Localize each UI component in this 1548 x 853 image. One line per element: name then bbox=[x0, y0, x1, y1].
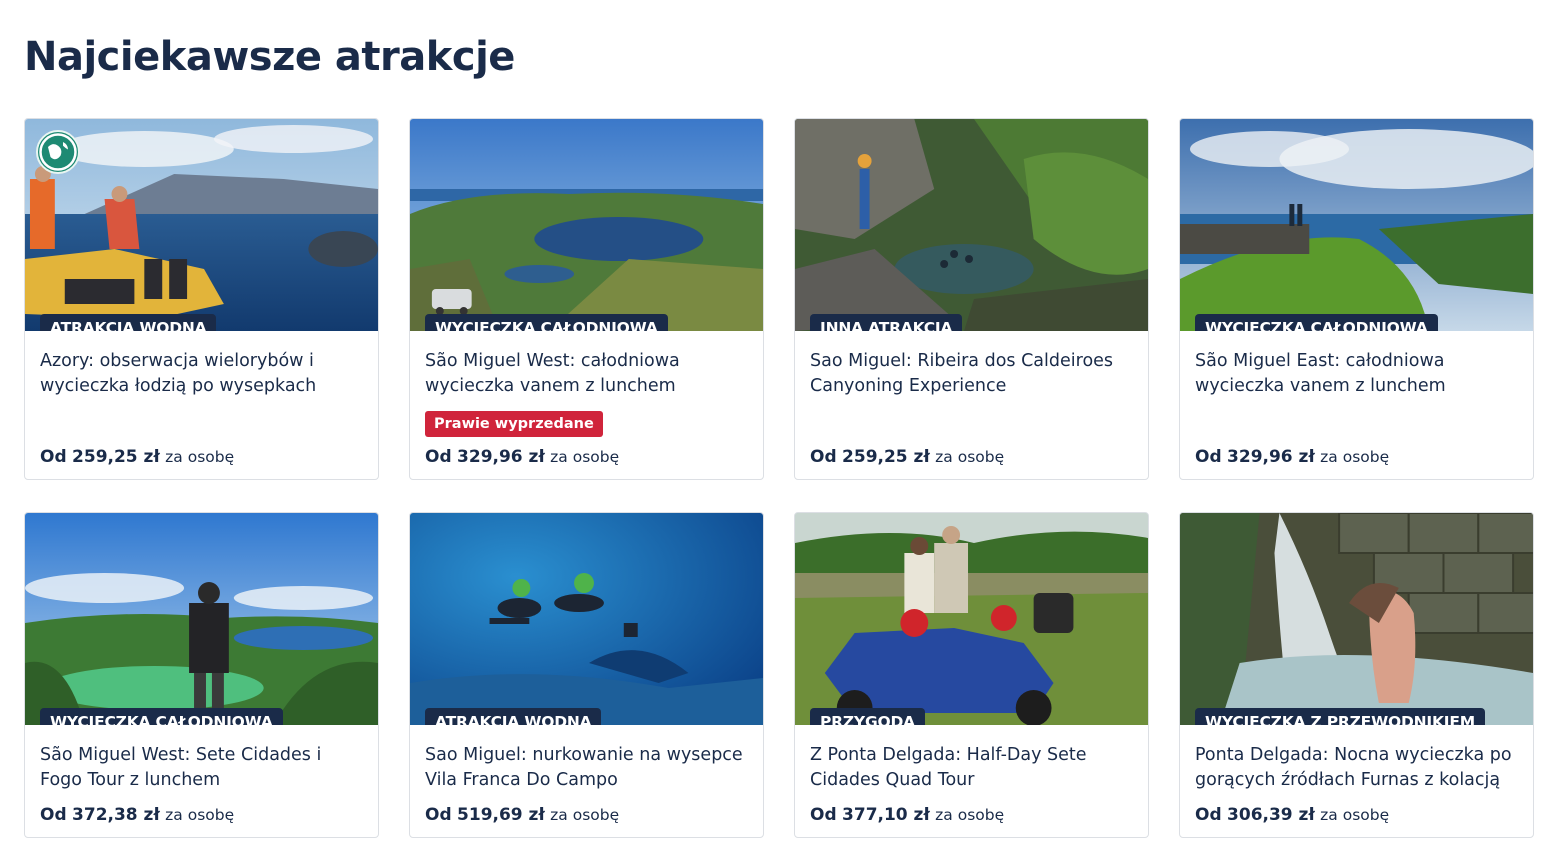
activity-card[interactable]: WYCIECZKA CAŁODNIOWA São Miguel East: ca… bbox=[1179, 118, 1534, 480]
price-value: 259,25 zł bbox=[842, 447, 930, 467]
activity-image: WYCIECZKA CAŁODNIOWA bbox=[25, 513, 378, 725]
activity-grid: ATRAKCJA WODNA Azory: obserwacja wielory… bbox=[24, 118, 1534, 838]
category-badge: WYCIECZKA CAŁODNIOWA bbox=[425, 314, 668, 331]
price-prefix: Od bbox=[1195, 447, 1222, 467]
price-line: Od 329,96 zł za osobę bbox=[425, 447, 619, 467]
activity-image: WYCIECZKA CAŁODNIOWA bbox=[1180, 119, 1533, 331]
price-unit: za osobę bbox=[165, 806, 235, 824]
activity-image: WYCIECZKA Z PRZEWODNIKIEM bbox=[1180, 513, 1533, 725]
activity-title[interactable]: São Miguel West: całodniowa wycieczka va… bbox=[425, 349, 748, 399]
price-unit: za osobę bbox=[1320, 806, 1390, 824]
price-value: 306,39 zł bbox=[1227, 805, 1315, 825]
price-line: Od 306,39 zł za osobę bbox=[1195, 805, 1389, 825]
price-line: Od 259,25 zł za osobę bbox=[810, 447, 1004, 467]
price-unit: za osobę bbox=[935, 806, 1005, 824]
price-prefix: Od bbox=[810, 447, 837, 467]
category-badge: ATRAKCJA WODNA bbox=[425, 708, 602, 725]
price-prefix: Od bbox=[425, 447, 452, 467]
price-value: 519,69 zł bbox=[457, 805, 545, 825]
activity-image: ATRAKCJA WODNA bbox=[25, 119, 378, 331]
category-badge: INNA ATRAKCJA bbox=[810, 314, 963, 331]
price-prefix: Od bbox=[425, 805, 452, 825]
activity-card[interactable]: WYCIECZKA Z PRZEWODNIKIEM Ponta Delgada:… bbox=[1179, 512, 1534, 838]
category-badge: WYCIECZKA CAŁODNIOWA bbox=[1195, 314, 1438, 331]
price-line: Od 377,10 zł za osobę bbox=[810, 805, 1004, 825]
price-value: 259,25 zł bbox=[72, 447, 160, 467]
price-unit: za osobę bbox=[550, 806, 620, 824]
activity-card[interactable]: ATRAKCJA WODNA Azory: obserwacja wielory… bbox=[24, 118, 379, 480]
activity-card[interactable]: WYCIECZKA CAŁODNIOWA São Miguel West: Se… bbox=[24, 512, 379, 838]
price-unit: za osobę bbox=[550, 448, 620, 466]
page-title: Najciekawsze atrakcje bbox=[24, 34, 515, 80]
certified-globe-icon bbox=[36, 130, 80, 174]
sold-out-badge: Prawie wyprzedane bbox=[425, 411, 603, 437]
activity-title[interactable]: São Miguel East: całodniowa wycieczka va… bbox=[1195, 349, 1518, 399]
price-unit: za osobę bbox=[165, 448, 235, 466]
price-prefix: Od bbox=[1195, 805, 1222, 825]
activity-title[interactable]: Sao Miguel: nurkowanie na wysepce Vila F… bbox=[425, 743, 748, 793]
activity-card[interactable]: WYCIECZKA CAŁODNIOWA São Miguel West: ca… bbox=[409, 118, 764, 480]
price-unit: za osobę bbox=[935, 448, 1005, 466]
activity-card[interactable]: PRZYGODA Z Ponta Delgada: Half-Day Sete … bbox=[794, 512, 1149, 838]
price-prefix: Od bbox=[40, 805, 67, 825]
price-value: 329,96 zł bbox=[457, 447, 545, 467]
activity-title[interactable]: Azory: obserwacja wielorybów i wycieczka… bbox=[40, 349, 363, 399]
price-value: 377,10 zł bbox=[842, 805, 930, 825]
price-line: Od 329,96 zł za osobę bbox=[1195, 447, 1389, 467]
activity-image: WYCIECZKA CAŁODNIOWA bbox=[410, 119, 763, 331]
category-badge: WYCIECZKA Z PRZEWODNIKIEM bbox=[1195, 708, 1485, 725]
category-badge: ATRAKCJA WODNA bbox=[40, 314, 217, 331]
activity-image: INNA ATRAKCJA bbox=[795, 119, 1148, 331]
price-line: Od 519,69 zł za osobę bbox=[425, 805, 619, 825]
category-badge: WYCIECZKA CAŁODNIOWA bbox=[40, 708, 283, 725]
category-badge: PRZYGODA bbox=[810, 708, 925, 725]
activity-card[interactable]: ATRAKCJA WODNA Sao Miguel: nurkowanie na… bbox=[409, 512, 764, 838]
price-unit: za osobę bbox=[1320, 448, 1390, 466]
price-line: Od 372,38 zł za osobę bbox=[40, 805, 234, 825]
activity-title[interactable]: São Miguel West: Sete Cidades i Fogo Tou… bbox=[40, 743, 363, 793]
activity-card[interactable]: INNA ATRAKCJA Sao Miguel: Ribeira dos Ca… bbox=[794, 118, 1149, 480]
activity-image: PRZYGODA bbox=[795, 513, 1148, 725]
activity-image: ATRAKCJA WODNA bbox=[410, 513, 763, 725]
price-prefix: Od bbox=[810, 805, 837, 825]
activity-title[interactable]: Ponta Delgada: Nocna wycieczka po gorący… bbox=[1195, 743, 1518, 793]
price-value: 372,38 zł bbox=[72, 805, 160, 825]
price-value: 329,96 zł bbox=[1227, 447, 1315, 467]
activity-title[interactable]: Z Ponta Delgada: Half-Day Sete Cidades Q… bbox=[810, 743, 1133, 793]
activity-title[interactable]: Sao Miguel: Ribeira dos Caldeiroes Canyo… bbox=[810, 349, 1133, 399]
price-prefix: Od bbox=[40, 447, 67, 467]
price-line: Od 259,25 zł za osobę bbox=[40, 447, 234, 467]
